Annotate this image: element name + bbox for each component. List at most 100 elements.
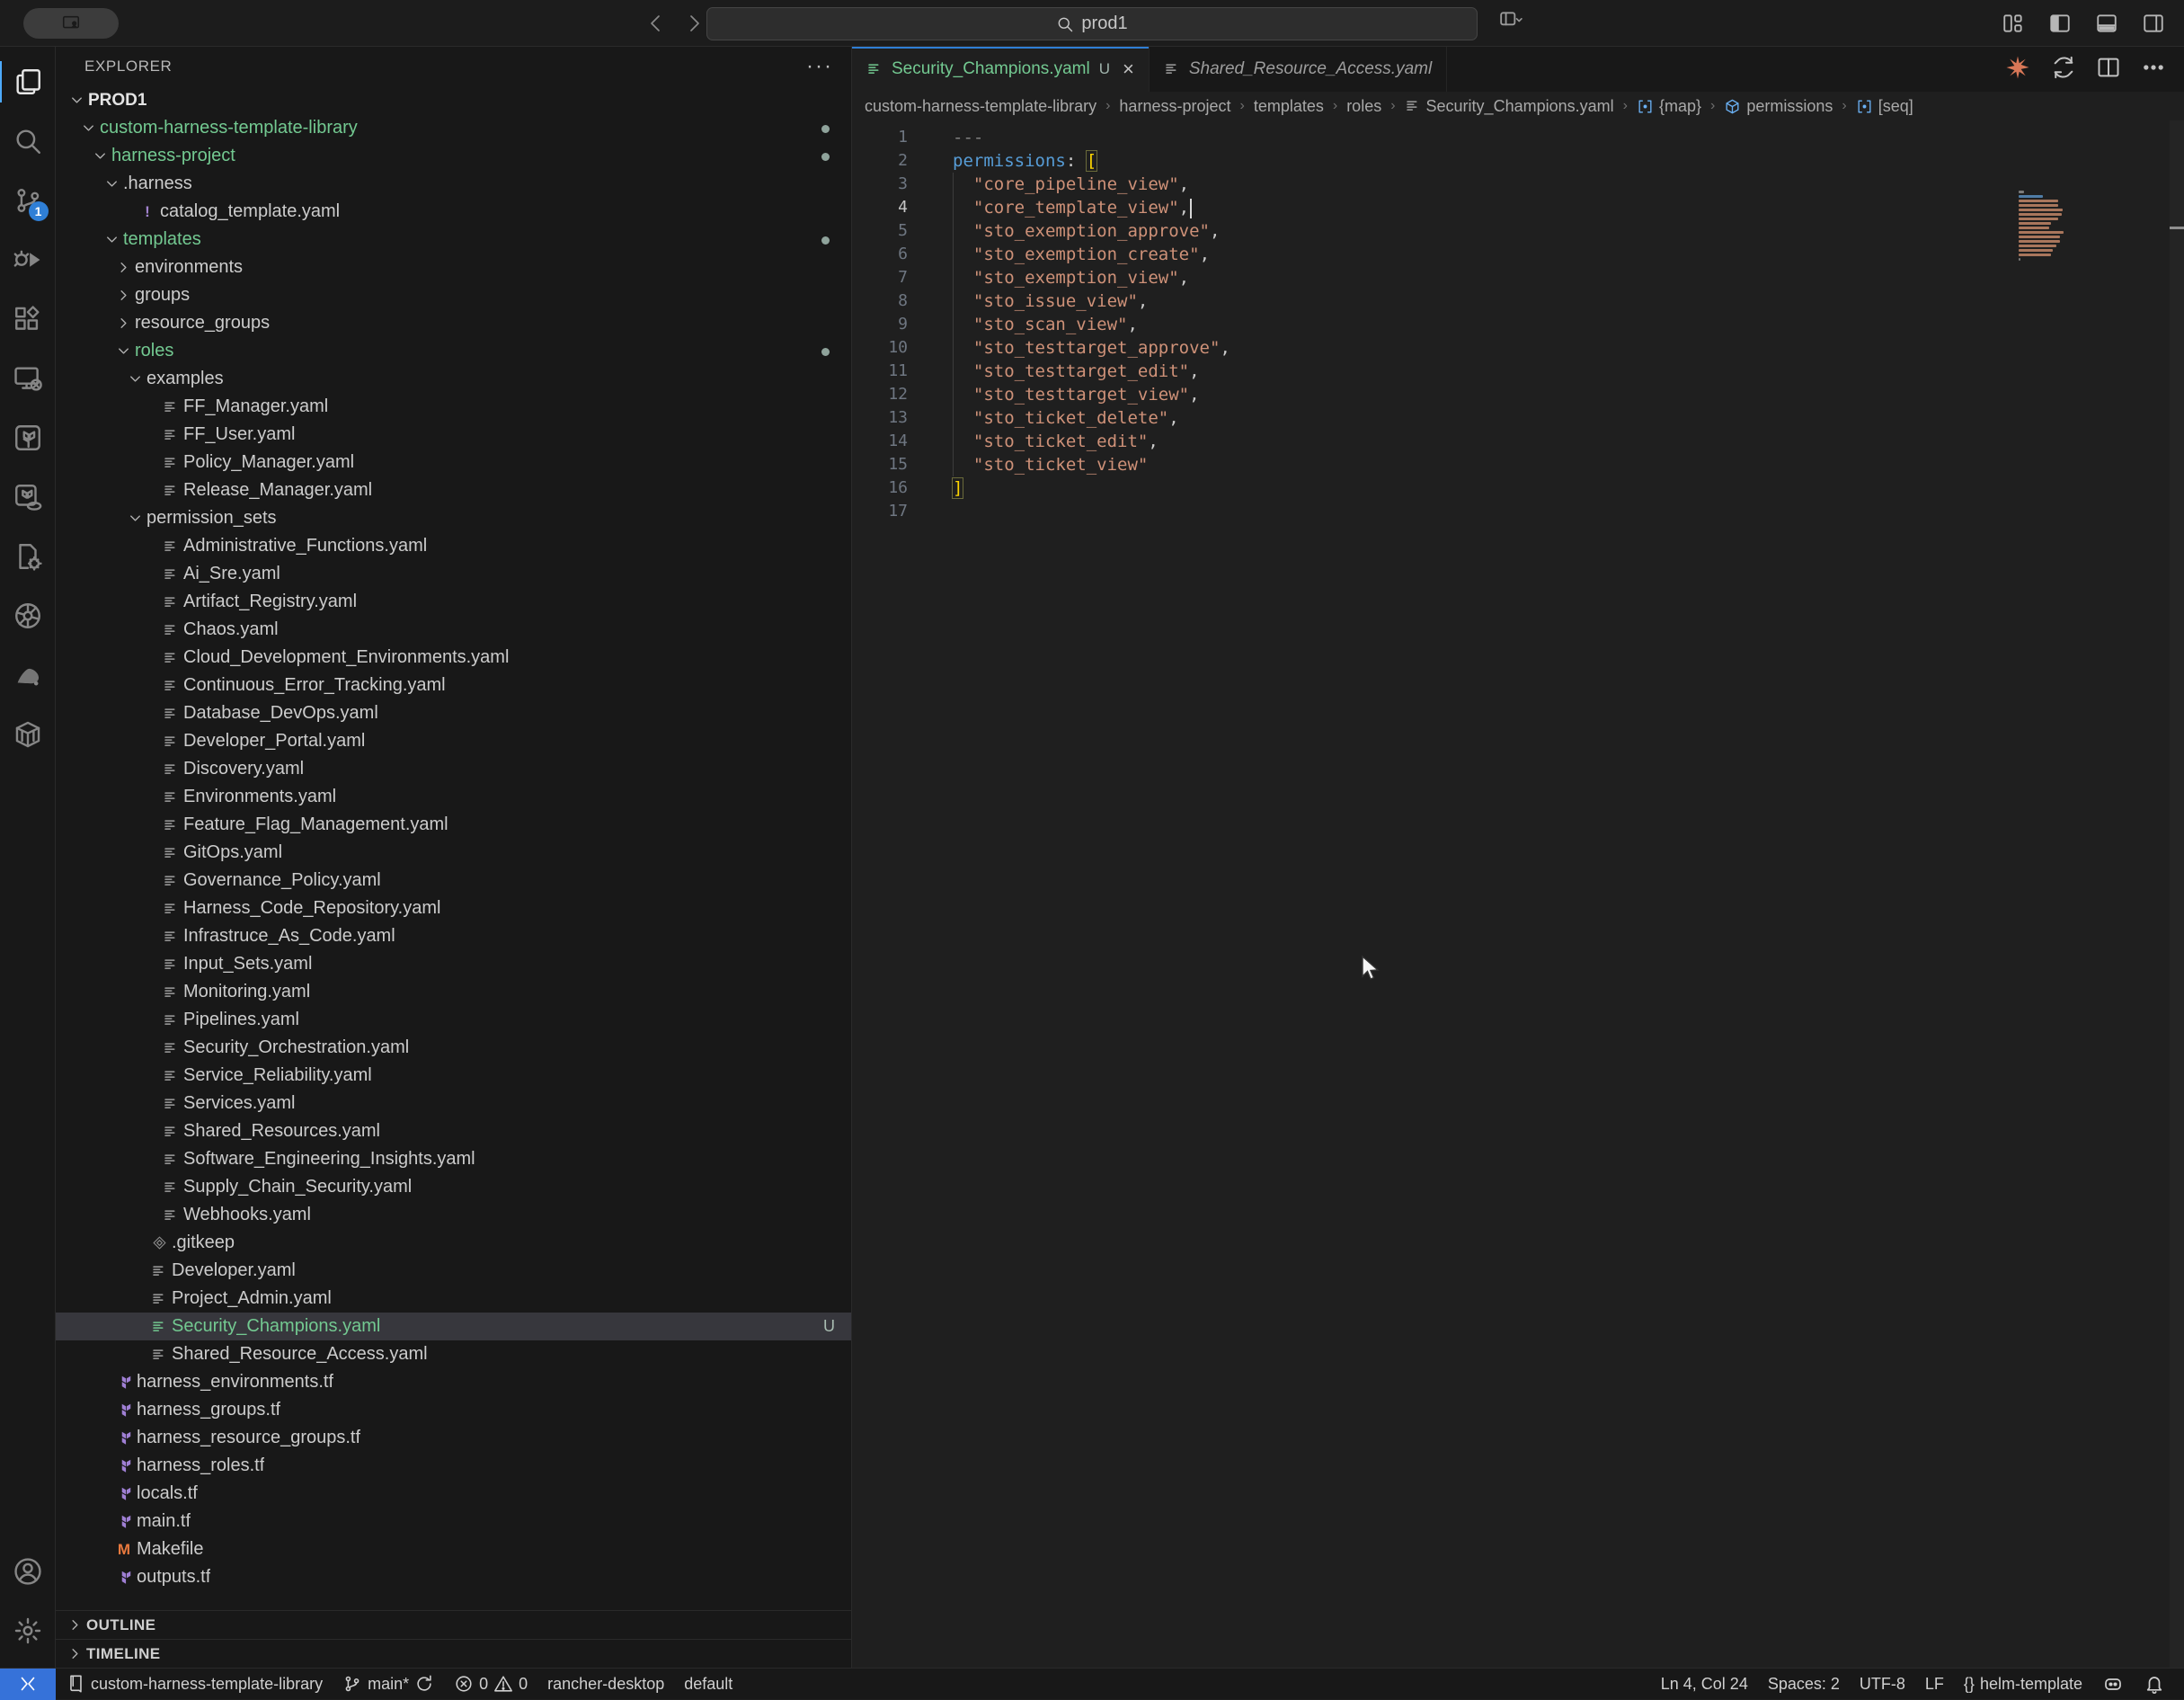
- tree-item-environments-yaml[interactable]: Environments.yaml: [56, 783, 851, 811]
- tree-item-supply-chain-security-yaml[interactable]: Supply_Chain_Security.yaml: [56, 1173, 851, 1201]
- tree-item-harness-environments-tf[interactable]: harness_environments.tf: [56, 1368, 851, 1396]
- code-line-2[interactable]: 2permissions: [: [852, 149, 2184, 173]
- activity-item-explorer[interactable]: [0, 52, 56, 111]
- breadcrumb-item[interactable]: templates: [1254, 97, 1324, 116]
- activity-item-manage[interactable]: [0, 1601, 56, 1660]
- command-center-search[interactable]: prod1: [706, 7, 1478, 40]
- breadcrumb-item[interactable]: [seq]: [1856, 97, 1913, 116]
- status-git-branch[interactable]: main*: [333, 1669, 444, 1700]
- tree-item-feature-flag-management-yaml[interactable]: Feature_Flag_Management.yaml: [56, 811, 851, 839]
- tree-item-project-admin-yaml[interactable]: Project_Admin.yaml: [56, 1285, 851, 1313]
- tree-item-database-devops-yaml[interactable]: Database_DevOps.yaml: [56, 699, 851, 727]
- customize-layout-button[interactable]: [1999, 9, 2028, 38]
- code-line-4[interactable]: 4 "core_template_view",: [852, 196, 2184, 219]
- section-timeline[interactable]: TIMELINE: [56, 1639, 851, 1668]
- split-editor-button[interactable]: [2096, 55, 2121, 85]
- code-line-14[interactable]: 14 "sto_ticket_edit",: [852, 430, 2184, 453]
- status-language-mode[interactable]: {}helm-template: [1954, 1669, 2092, 1700]
- tree-item-developer-portal-yaml[interactable]: Developer_Portal.yaml: [56, 727, 851, 755]
- code-line-9[interactable]: 9 "sto_scan_view",: [852, 313, 2184, 336]
- tree-item-policy-manager-yaml[interactable]: Policy_Manager.yaml: [56, 449, 851, 476]
- tree-item-governance-policy-yaml[interactable]: Governance_Policy.yaml: [56, 867, 851, 895]
- tree-item-input-sets-yaml[interactable]: Input_Sets.yaml: [56, 950, 851, 978]
- breadcrumb-item[interactable]: custom-harness-template-library: [865, 97, 1096, 116]
- status-cursor-position[interactable]: Ln 4, Col 24: [1651, 1669, 1758, 1700]
- tree-item-ff-manager-yaml[interactable]: FF_Manager.yaml: [56, 393, 851, 421]
- tree-item-security-orchestration-yaml[interactable]: Security_Orchestration.yaml: [56, 1034, 851, 1062]
- activity-item-run-and-debug[interactable]: [0, 230, 56, 289]
- toggle-sidebar-button[interactable]: [2046, 9, 2074, 38]
- forward-button[interactable]: [683, 13, 705, 34]
- tree-item-catalog-template-yaml[interactable]: !catalog_template.yaml: [56, 198, 851, 226]
- breadcrumb-item[interactable]: harness-project: [1119, 97, 1230, 116]
- activity-item-terraform-cloud[interactable]: [0, 467, 56, 527]
- code-line-1[interactable]: 1---: [852, 126, 2184, 149]
- tree-item--harness[interactable]: .harness: [56, 170, 851, 198]
- toggle-secondary-sidebar-button[interactable]: [2139, 9, 2168, 38]
- tree-item-locals-tf[interactable]: locals.tf: [56, 1480, 851, 1508]
- code-line-15[interactable]: 15 "sto_ticket_view": [852, 453, 2184, 476]
- tree-item-harness-project[interactable]: harness-project: [56, 142, 851, 170]
- tree-item-shared-resource-access-yaml[interactable]: Shared_Resource_Access.yaml: [56, 1340, 851, 1368]
- code-line-16[interactable]: 16]: [852, 476, 2184, 500]
- code-line-10[interactable]: 10 "sto_testtarget_approve",: [852, 336, 2184, 360]
- tree-item-main-tf[interactable]: main.tf: [56, 1508, 851, 1535]
- tree-item-administrative-functions-yaml[interactable]: Administrative_Functions.yaml: [56, 532, 851, 560]
- activity-item-remote-explorer[interactable]: [0, 349, 56, 408]
- tree-item-software-engineering-insights-yaml[interactable]: Software_Engineering_Insights.yaml: [56, 1145, 851, 1173]
- code-line-12[interactable]: 12 "sto_testtarget_view",: [852, 383, 2184, 406]
- sync-button[interactable]: [2051, 55, 2076, 85]
- tree-item-gitops-yaml[interactable]: GitOps.yaml: [56, 839, 851, 867]
- screen-share-indicator[interactable]: [23, 8, 119, 39]
- tree-item-permission-sets[interactable]: permission_sets: [56, 504, 851, 532]
- more-actions-icon[interactable]: ···: [806, 54, 833, 79]
- toggle-panel-button[interactable]: [2092, 9, 2121, 38]
- activity-item-terraform[interactable]: [0, 408, 56, 467]
- breadcrumb-item[interactable]: permissions: [1724, 97, 1833, 116]
- tree-item-custom-harness-template-library[interactable]: custom-harness-template-library: [56, 114, 851, 142]
- tree-item-roles[interactable]: roles: [56, 337, 851, 365]
- section-outline[interactable]: OUTLINE: [56, 1610, 851, 1639]
- tree-item-pipelines-yaml[interactable]: Pipelines.yaml: [56, 1006, 851, 1034]
- code-editor[interactable]: 1---2permissions: [3 "core_pipeline_view…: [852, 120, 2184, 1668]
- tree-item-harness-groups-tf[interactable]: harness_groups.tf: [56, 1396, 851, 1424]
- code-line-3[interactable]: 3 "core_pipeline_view",: [852, 173, 2184, 196]
- status-remote-indicator[interactable]: [0, 1669, 56, 1700]
- breadcrumb-item[interactable]: {map}: [1637, 97, 1701, 116]
- close-icon[interactable]: ×: [1123, 58, 1134, 81]
- scrollbar[interactable]: [2170, 120, 2184, 1668]
- tab-security-champions-yaml[interactable]: Security_Champions.yamlU×: [852, 47, 1150, 92]
- tree-item-discovery-yaml[interactable]: Discovery.yaml: [56, 755, 851, 783]
- code-line-13[interactable]: 13 "sto_ticket_delete",: [852, 406, 2184, 430]
- tab-shared-resource-access-yaml[interactable]: Shared_Resource_Access.yaml: [1150, 47, 1447, 92]
- tree-item-groups[interactable]: groups: [56, 281, 851, 309]
- tree-item-shared-resources-yaml[interactable]: Shared_Resources.yaml: [56, 1117, 851, 1145]
- tree-item-release-manager-yaml[interactable]: Release_Manager.yaml: [56, 476, 851, 504]
- tree-item-environments[interactable]: environments: [56, 254, 851, 281]
- tree-item--gitkeep[interactable]: .gitkeep: [56, 1229, 851, 1257]
- status-copilot[interactable]: [2092, 1669, 2134, 1700]
- code-line-17[interactable]: 17: [852, 500, 2184, 523]
- tree-item-cloud-development-environments-yaml[interactable]: Cloud_Development_Environments.yaml: [56, 644, 851, 672]
- ellipsis-button[interactable]: [2141, 55, 2166, 85]
- status-kube-namespace[interactable]: default: [674, 1669, 742, 1700]
- status-repository[interactable]: custom-harness-template-library: [56, 1669, 333, 1700]
- tree-item-harness-code-repository-yaml[interactable]: Harness_Code_Repository.yaml: [56, 895, 851, 922]
- tree-item-chaos-yaml[interactable]: Chaos.yaml: [56, 616, 851, 644]
- code-line-7[interactable]: 7 "sto_exemption_view",: [852, 266, 2184, 289]
- status-problems[interactable]: 00: [444, 1669, 537, 1700]
- tree-item-harness-roles-tf[interactable]: harness_roles.tf: [56, 1452, 851, 1480]
- activity-item-containers[interactable]: [0, 705, 56, 764]
- tree-item-outputs-tf[interactable]: outputs.tf: [56, 1563, 851, 1591]
- tree-item-examples[interactable]: examples: [56, 365, 851, 393]
- status-indentation[interactable]: Spaces: 2: [1758, 1669, 1850, 1700]
- status-kube-context[interactable]: rancher-desktop: [537, 1669, 674, 1700]
- activity-item-infracost[interactable]: [0, 527, 56, 586]
- code-line-5[interactable]: 5 "sto_exemption_approve",: [852, 219, 2184, 243]
- layout-dropdown-button[interactable]: [1499, 9, 1523, 32]
- code-line-8[interactable]: 8 "sto_issue_view",: [852, 289, 2184, 313]
- tree-item-infrastruce-as-code-yaml[interactable]: Infrastruce_As_Code.yaml: [56, 922, 851, 950]
- sparkle-button[interactable]: [2004, 54, 2031, 85]
- tree-item-makefile[interactable]: MMakefile: [56, 1535, 851, 1563]
- tree-item-services-yaml[interactable]: Services.yaml: [56, 1090, 851, 1117]
